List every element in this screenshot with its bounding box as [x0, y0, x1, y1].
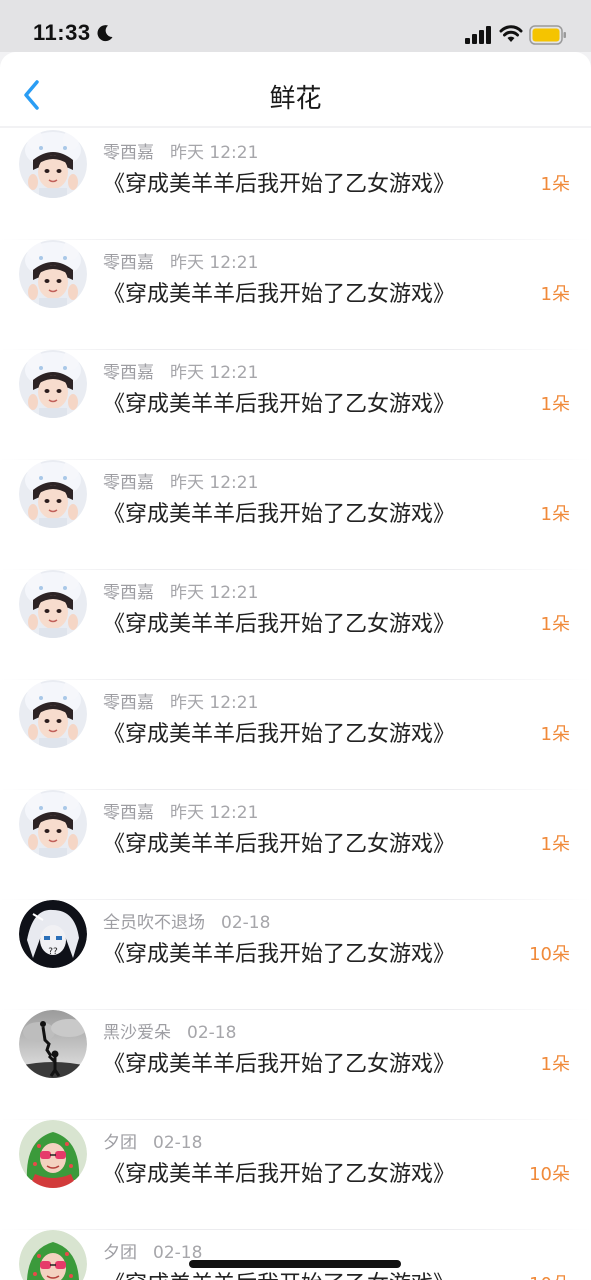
list-item[interactable]: 零酉嘉 昨天 12:21 《穿成美羊羊后我开始了乙女游戏》 1朵	[0, 460, 591, 570]
username[interactable]: 夕团	[103, 1133, 137, 1153]
row-meta: 零酉嘉 昨天 12:21	[103, 138, 258, 163]
row-meta: 零酉嘉 昨天 12:21	[103, 578, 258, 603]
book-title[interactable]: 《穿成美羊羊后我开始了乙女游戏》	[103, 166, 455, 198]
timestamp: 昨天 12:21	[170, 583, 259, 603]
username[interactable]: 夕团	[103, 1243, 137, 1263]
list-item[interactable]: 零酉嘉 昨天 12:21 《穿成美羊羊后我开始了乙女游戏》 1朵	[0, 240, 591, 350]
avatar[interactable]	[19, 240, 87, 308]
list-item[interactable]: 零酉嘉 昨天 12:21 《穿成美羊羊后我开始了乙女游戏》 1朵	[0, 350, 591, 460]
row-meta: 零酉嘉 昨天 12:21	[103, 468, 258, 493]
username[interactable]: 零酉嘉	[103, 363, 154, 383]
timestamp: 02-18	[153, 1133, 203, 1153]
username[interactable]: 零酉嘉	[103, 693, 154, 713]
row-meta: 全员吹不退场 02-18	[103, 908, 270, 933]
list-item[interactable]: 零酉嘉 昨天 12:21 《穿成美羊羊后我开始了乙女游戏》 1朵	[0, 130, 591, 240]
book-title[interactable]: 《穿成美羊羊后我开始了乙女游戏》	[103, 1156, 455, 1188]
row-meta: 零酉嘉 昨天 12:21	[103, 798, 258, 823]
book-title[interactable]: 《穿成美羊羊后我开始了乙女游戏》	[103, 276, 455, 308]
book-title[interactable]: 《穿成美羊羊后我开始了乙女游戏》	[103, 1266, 455, 1280]
signal-icon	[465, 26, 491, 44]
row-meta: 零酉嘉 昨天 12:21	[103, 248, 258, 273]
timestamp: 02-18	[187, 1023, 237, 1043]
book-title[interactable]: 《穿成美羊羊后我开始了乙女游戏》	[103, 606, 455, 638]
book-title[interactable]: 《穿成美羊羊后我开始了乙女游戏》	[103, 386, 455, 418]
book-title[interactable]: 《穿成美羊羊后我开始了乙女游戏》	[103, 716, 455, 748]
row-meta: 零酉嘉 昨天 12:21	[103, 688, 258, 713]
flower-count: 1朵	[540, 724, 570, 745]
flower-list: 零酉嘉 昨天 12:21 《穿成美羊羊后我开始了乙女游戏》 1朵 零酉嘉 昨天 12:21…	[0, 128, 591, 1280]
page-title: 鲜花	[269, 84, 322, 114]
flower-count: 1朵	[540, 394, 570, 415]
book-title[interactable]: 《穿成美羊羊后我开始了乙女游戏》	[103, 936, 455, 968]
list-item[interactable]: 零酉嘉 昨天 12:21 《穿成美羊羊后我开始了乙女游戏》 1朵	[0, 570, 591, 680]
book-title[interactable]: 《穿成美羊羊后我开始了乙女游戏》	[103, 496, 455, 528]
status-bar: 11:33	[0, 0, 591, 52]
timestamp: 02-18	[221, 913, 271, 933]
moon-icon	[97, 25, 113, 42]
list-item[interactable]: 夕团02-18 《穿成美羊羊后我开始了乙女游戏》 10朵	[0, 1230, 591, 1280]
timestamp: 昨天 12:21	[170, 143, 259, 163]
timestamp: 昨天 12:21	[170, 803, 259, 823]
row-meta: 零酉嘉 昨天 12:21	[103, 358, 258, 383]
list-item[interactable]: 黑沙爱朵 02-18 《穿成美羊羊后我开始了乙女游戏》 1朵	[0, 1010, 591, 1120]
username[interactable]: 黑沙爱朵	[103, 1023, 171, 1043]
avatar[interactable]	[19, 790, 87, 858]
flower-count: 1朵	[540, 284, 570, 305]
wifi-icon	[499, 25, 523, 42]
avatar[interactable]	[19, 130, 87, 198]
flower-count: 10朵	[529, 944, 570, 965]
avatar[interactable]: ??	[19, 900, 87, 968]
timestamp: 昨天 12:21	[170, 253, 259, 273]
flower-count: 10朵	[529, 1164, 570, 1185]
list-item[interactable]: ?? 全员吹不退场 02-18 《穿成美羊羊后我开始了乙女游戏》 10朵	[0, 900, 591, 1010]
row-meta: 黑沙爱朵 02-18	[103, 1018, 236, 1043]
battery-icon	[529, 25, 566, 45]
avatar[interactable]	[19, 1230, 87, 1280]
nav-bar: 鲜花	[0, 52, 591, 126]
status-time: 11:33	[33, 20, 91, 45]
timestamp: 昨天 12:21	[170, 473, 259, 493]
timestamp: 昨天 12:21	[170, 363, 259, 383]
flower-count: 1朵	[540, 1054, 570, 1075]
book-title[interactable]: 《穿成美羊羊后我开始了乙女游戏》	[103, 1046, 455, 1078]
avatar[interactable]	[19, 350, 87, 418]
flower-count: 1朵	[540, 834, 570, 855]
home-indicator	[189, 1260, 401, 1268]
username[interactable]: 零酉嘉	[103, 583, 154, 603]
username[interactable]: 零酉嘉	[103, 143, 154, 163]
avatar[interactable]	[19, 680, 87, 748]
flower-count: 1朵	[540, 504, 570, 525]
flower-count: 10朵	[529, 1270, 570, 1280]
username[interactable]: 零酉嘉	[103, 253, 154, 273]
avatar[interactable]	[19, 570, 87, 638]
book-title[interactable]: 《穿成美羊羊后我开始了乙女游戏》	[103, 826, 455, 858]
timestamp: 昨天 12:21	[170, 693, 259, 713]
flower-count: 1朵	[540, 614, 570, 635]
list-item[interactable]: 夕团 02-18 《穿成美羊羊后我开始了乙女游戏》 10朵	[0, 1120, 591, 1230]
flower-count: 1朵	[540, 174, 570, 195]
avatar[interactable]	[19, 1010, 87, 1078]
avatar[interactable]	[19, 1120, 87, 1188]
row-meta: 夕团 02-18	[103, 1238, 202, 1263]
list-item[interactable]: 零酉嘉 昨天 12:21 《穿成美羊羊后我开始了乙女游戏》 1朵	[0, 790, 591, 900]
username[interactable]: 零酉嘉	[103, 803, 154, 823]
username[interactable]: 全员吹不退场	[103, 913, 205, 933]
svg-text:??: ??	[48, 947, 58, 957]
username[interactable]: 零酉嘉	[103, 473, 154, 493]
avatar[interactable]	[19, 460, 87, 528]
row-meta: 夕团 02-18	[103, 1128, 202, 1153]
list-item[interactable]: 零酉嘉 昨天 12:21 《穿成美羊羊后我开始了乙女游戏》 1朵	[0, 680, 591, 790]
